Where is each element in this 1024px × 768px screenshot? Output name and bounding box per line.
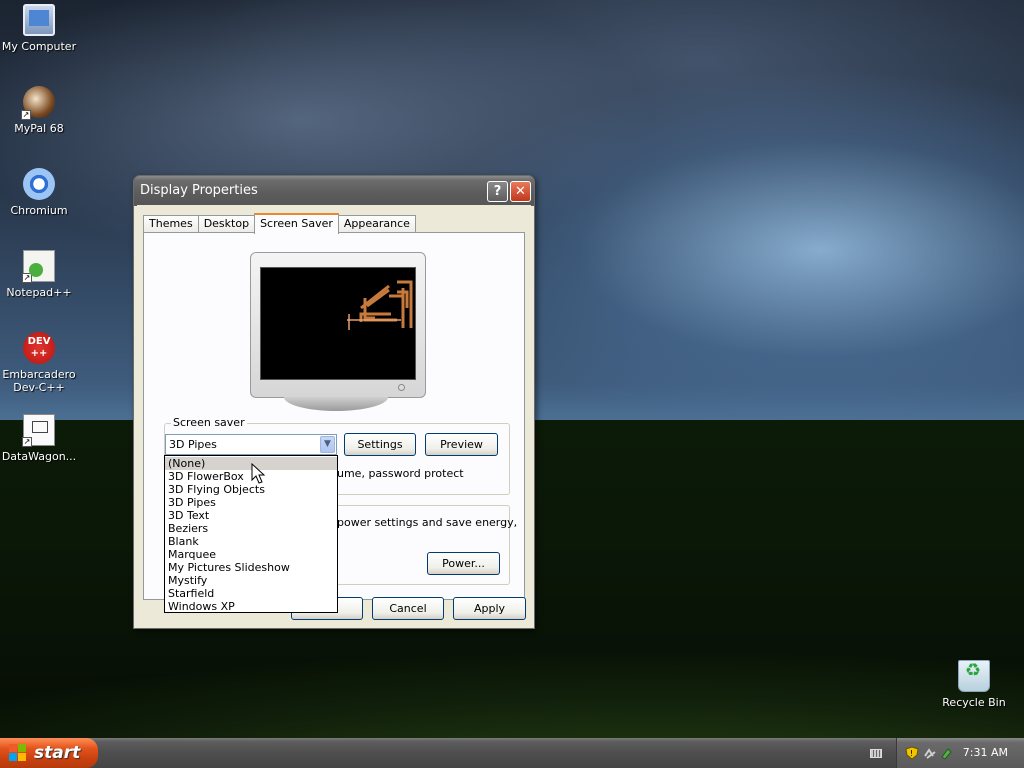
tab-desktop[interactable]: Desktop <box>197 215 256 233</box>
desktop-icon-label: Embarcadero Dev-C++ <box>2 368 76 394</box>
mypal-icon: ↗ <box>21 86 55 120</box>
desktop-icon-chromium[interactable]: Chromium <box>0 168 78 217</box>
start-label: start <box>34 743 81 763</box>
keyboard-language-icon[interactable] <box>870 749 882 758</box>
dropdown-option[interactable]: Beziers <box>165 522 337 535</box>
screen-saver-select[interactable]: 3D Pipes ▼ <box>165 434 337 455</box>
desktop-icon-label: Recycle Bin <box>942 696 1006 709</box>
dropdown-option[interactable]: 3D Pipes <box>165 496 337 509</box>
network-icon[interactable] <box>923 746 937 760</box>
dropdown-option[interactable]: Starfield <box>165 587 337 600</box>
tab-strip: Themes Desktop Screen Saver Appearance <box>143 213 416 234</box>
dropdown-option[interactable]: Marquee <box>165 548 337 561</box>
clock[interactable]: 7:31 AM <box>963 746 1008 759</box>
system-tray: ! 7:31 AM <box>896 738 1024 768</box>
desktop-icon-recycle-bin[interactable]: Recycle Bin <box>935 660 1013 709</box>
title-bar[interactable]: Display Properties ? ✕ <box>134 176 534 205</box>
datawagon-icon: ↗ <box>22 414 55 447</box>
tab-themes[interactable]: Themes <box>143 215 199 233</box>
cancel-button[interactable]: Cancel <box>372 597 444 620</box>
dropdown-option[interactable]: Windows XP <box>165 600 337 613</box>
chromium-icon <box>23 168 55 200</box>
start-button[interactable]: start <box>0 738 98 768</box>
power-text: power settings and save energy, <box>337 516 518 529</box>
resume-text: ume, password protect <box>337 467 464 480</box>
dropdown-option[interactable]: 3D Text <box>165 509 337 522</box>
power-led-icon <box>398 384 405 391</box>
security-shield-icon[interactable]: ! <box>905 746 919 760</box>
selected-screen-saver: 3D Pipes <box>169 438 217 451</box>
shortcut-arrow-icon: ↗ <box>21 110 31 120</box>
monitor-stand <box>284 397 388 411</box>
group-label: Screen saver <box>171 416 247 429</box>
windows-logo-icon <box>9 744 28 762</box>
desktop-icon-dev-cpp[interactable]: DEV ++ Embarcadero Dev-C++ <box>0 332 78 394</box>
shortcut-arrow-icon: ↗ <box>22 273 32 283</box>
preview-button[interactable]: Preview <box>425 433 498 456</box>
desktop-icon-datawagon[interactable]: ↗ DataWagon... <box>0 414 78 463</box>
desktop-icon-my-computer[interactable]: My Computer <box>0 4 78 53</box>
desktop-icon-mypal[interactable]: ↗ MyPal 68 <box>0 86 78 135</box>
monitor-preview <box>250 252 426 398</box>
mouse-cursor-icon <box>251 463 265 484</box>
svg-text:!: ! <box>910 749 913 758</box>
shortcut-arrow-icon: ↗ <box>22 437 32 447</box>
dev-cpp-icon: DEV ++ <box>23 332 55 364</box>
desktop-icon-label: MyPal 68 <box>14 122 64 135</box>
tab-appearance[interactable]: Appearance <box>337 215 416 233</box>
notepad-plus-plus-icon: ↗ <box>22 250 55 283</box>
close-button[interactable]: ✕ <box>510 181 531 202</box>
desktop-icon-notepad-plus-plus[interactable]: ↗ Notepad++ <box>0 250 78 299</box>
dropdown-option[interactable]: Blank <box>165 535 337 548</box>
recycle-bin-icon <box>958 660 990 692</box>
apply-button[interactable]: Apply <box>453 597 526 620</box>
power-button[interactable]: Power... <box>427 552 500 575</box>
chevron-down-icon[interactable]: ▼ <box>320 436 335 453</box>
desktop-icon-label: DataWagon... <box>1 450 77 463</box>
desktop-icon-label: Notepad++ <box>6 286 72 299</box>
pipes-preview-image <box>347 280 413 330</box>
tab-screen-saver[interactable]: Screen Saver <box>254 213 339 234</box>
desktop-icon-label: My Computer <box>1 40 77 53</box>
dropdown-option[interactable]: My Pictures Slideshow <box>165 561 337 574</box>
dropdown-option[interactable]: Mystify <box>165 574 337 587</box>
help-button[interactable]: ? <box>487 181 508 202</box>
settings-button[interactable]: Settings <box>344 433 416 456</box>
desktop-icon-label: Chromium <box>10 204 68 217</box>
computer-icon <box>23 4 55 36</box>
safely-remove-hardware-icon[interactable] <box>939 746 953 760</box>
preview-screen <box>260 267 416 380</box>
window-title: Display Properties <box>140 183 258 198</box>
